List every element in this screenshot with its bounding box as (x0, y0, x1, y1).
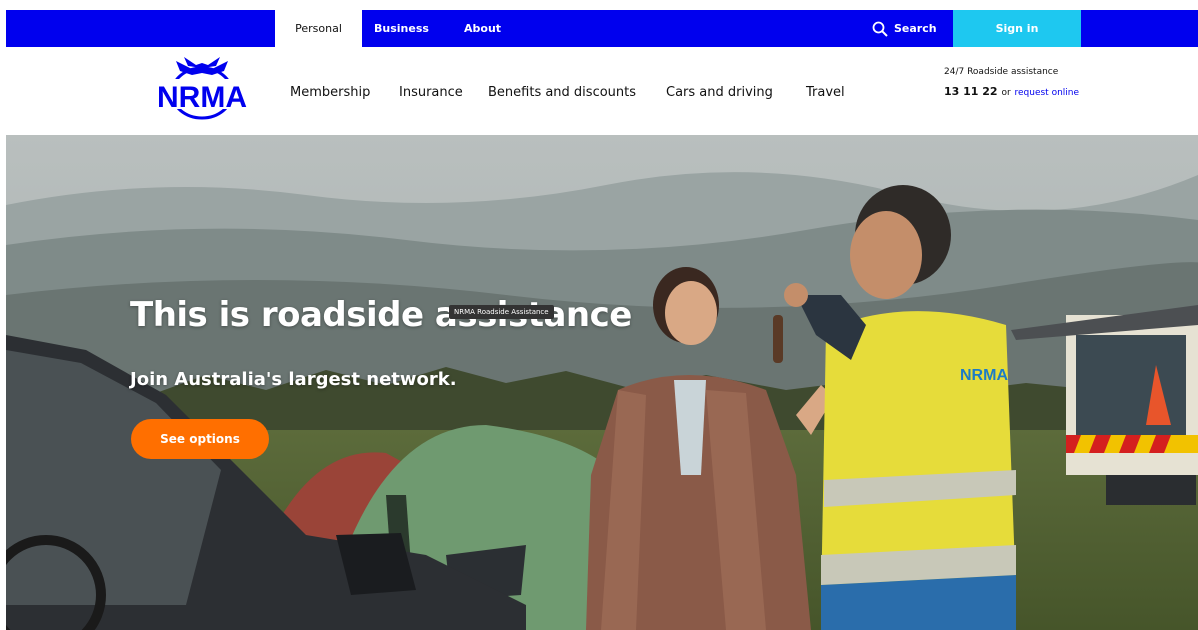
hero-title: This is roadside assistance (130, 295, 632, 335)
roadside-label: 24/7 Roadside assistance (944, 67, 1059, 77)
search-icon (872, 21, 888, 37)
nav-insurance[interactable]: Insurance (399, 85, 463, 100)
hero-subtitle: Join Australia's largest network. (130, 369, 457, 390)
search-label: Search (894, 22, 937, 35)
nav-benefits-and-discounts[interactable]: Benefits and discounts (488, 85, 636, 100)
tab-business[interactable]: Business (374, 10, 429, 47)
image-tooltip: NRMA Roadside Assistance (449, 305, 554, 319)
request-online-link[interactable]: request online (1015, 88, 1080, 98)
see-options-button[interactable]: See options (131, 419, 269, 459)
main-navigation: NRMA Membership Insurance Benefits and d… (0, 47, 1198, 135)
sign-in-button[interactable]: Sign in (953, 10, 1081, 47)
nav-travel[interactable]: Travel (806, 85, 845, 100)
top-utility-bar: Personal Business About Search Sign in (6, 10, 1198, 47)
shirt-logo-text: NRMA (960, 367, 1008, 384)
roadside-contact: 13 11 22 or request online (944, 85, 1079, 98)
nav-membership[interactable]: Membership (290, 85, 370, 100)
search-button[interactable]: Search (872, 10, 937, 47)
tab-about[interactable]: About (464, 10, 501, 47)
logo-text: NRMA (157, 81, 247, 114)
roadside-or: or (1001, 88, 1011, 98)
tab-personal[interactable]: Personal (275, 10, 362, 47)
nav-cars-and-driving[interactable]: Cars and driving (666, 85, 773, 100)
roadside-phone[interactable]: 13 11 22 (944, 85, 998, 98)
hero-banner: NRMA This is roadside assistance NRMA Ro… (6, 135, 1198, 630)
nrma-logo[interactable]: NRMA (140, 55, 264, 123)
